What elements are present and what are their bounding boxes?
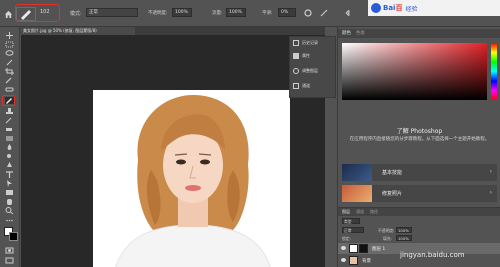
airbrush-icon[interactable] bbox=[320, 9, 328, 17]
opacity-label: 不透明度: bbox=[148, 11, 168, 16]
highlight-box bbox=[15, 4, 60, 22]
learn-title: 了解 Photoshop bbox=[396, 128, 443, 135]
blur-tool-icon[interactable] bbox=[5, 144, 14, 151]
channels-panel-button[interactable]: 通道 bbox=[293, 83, 310, 89]
hand-tool-icon[interactable] bbox=[5, 198, 14, 205]
clone-stamp-tool-icon[interactable] bbox=[5, 108, 14, 115]
mode-label: 模式: bbox=[70, 11, 82, 17]
history-panel-button[interactable]: 历史记录 bbox=[293, 40, 318, 46]
history-brush-tool-icon[interactable] bbox=[5, 117, 14, 124]
portrait-photo bbox=[93, 90, 290, 267]
channels-icon bbox=[293, 83, 299, 89]
symmetry-icon[interactable] bbox=[345, 9, 353, 17]
paw-icon bbox=[371, 3, 381, 13]
card-thumbnail bbox=[342, 164, 372, 181]
canvas-area[interactable] bbox=[21, 35, 325, 267]
layer-thumbnail bbox=[349, 256, 358, 265]
tab-paths[interactable]: 路径 bbox=[370, 209, 378, 215]
bottom-watermark: jingyan.baidu.com bbox=[400, 251, 465, 259]
layer-opacity-input[interactable]: 100% bbox=[396, 227, 412, 233]
dodge-tool-icon[interactable] bbox=[5, 153, 14, 160]
screen-mode-icon[interactable] bbox=[5, 257, 14, 264]
pen-tool-icon[interactable] bbox=[5, 162, 14, 169]
more-tools-icon[interactable] bbox=[5, 217, 14, 224]
gradient-tool-icon[interactable] bbox=[5, 135, 14, 142]
type-tool-icon[interactable] bbox=[5, 171, 14, 178]
baidu-brand: Bai百 bbox=[383, 4, 403, 12]
eraser-tool-icon[interactable] bbox=[5, 126, 14, 133]
document-tab-bar: 美女照片.jpg @ 50% (修复, 图层蒙版/8) bbox=[20, 27, 325, 35]
layer-thumbnail bbox=[349, 244, 358, 253]
tab-channels[interactable]: 通道 bbox=[356, 209, 364, 215]
adjustments-panel-button[interactable]: 调整图层 bbox=[293, 68, 318, 74]
layer-kind-filter[interactable]: 类型 bbox=[342, 218, 360, 224]
move-tool-icon[interactable] bbox=[5, 32, 14, 39]
background-color-swatch[interactable] bbox=[9, 232, 18, 241]
tab-layers[interactable]: 图层 bbox=[342, 209, 350, 215]
mode-select[interactable]: 正常 bbox=[86, 8, 138, 17]
quick-mask-icon[interactable] bbox=[5, 247, 14, 254]
properties-panel-button[interactable]: 属性 bbox=[293, 53, 310, 59]
eyedropper-tool-icon[interactable] bbox=[5, 77, 14, 84]
card-label: 基本技能 bbox=[382, 170, 403, 176]
brush-tool-highlight bbox=[2, 95, 15, 106]
color-picker-field[interactable] bbox=[342, 43, 487, 100]
tab-swatches[interactable]: 色板 bbox=[356, 30, 365, 36]
card-label: 修复照片 bbox=[382, 191, 403, 197]
layer-name: 背景 bbox=[362, 259, 371, 264]
layer-blend-mode[interactable]: 正常 bbox=[342, 227, 364, 233]
layer-opacity-label: 不透明度: bbox=[378, 228, 395, 233]
eye-icon[interactable] bbox=[341, 258, 346, 262]
baidu-jingyan-logo: Bai百 经验 bbox=[368, 0, 500, 16]
fill-label: 填充: bbox=[383, 236, 392, 241]
right-panel-dock: 颜色 色板 了解 Photoshop 在应用程序内直接随您的分步骤教程。从下面选… bbox=[337, 27, 500, 267]
zoom-tool-icon[interactable] bbox=[5, 207, 14, 214]
jingyan-text: 经验 bbox=[405, 5, 418, 13]
learn-panel: 了解 Photoshop 在应用程序内直接随您的分步骤教程。从下面选择一个主题开… bbox=[338, 120, 500, 206]
learn-description: 在应用程序内直接随您的分步骤教程。从下面选择一个主题开始教程。 bbox=[349, 137, 490, 142]
flow-label: 流量: bbox=[212, 11, 223, 16]
document-image[interactable] bbox=[93, 90, 290, 267]
path-select-tool-icon[interactable] bbox=[5, 180, 14, 187]
color-panel-tabs: 颜色 色板 bbox=[338, 29, 500, 38]
lasso-tool-icon[interactable] bbox=[5, 50, 14, 57]
layer-name: 图层 1 bbox=[372, 247, 386, 252]
crop-tool-icon[interactable] bbox=[5, 68, 14, 75]
fill-input[interactable]: 100% bbox=[396, 235, 412, 241]
learn-card-fix-photo[interactable]: 修复照片 › bbox=[342, 185, 497, 202]
lock-label: 锁定: bbox=[342, 236, 351, 241]
smoothing-label: 平滑: bbox=[262, 11, 273, 16]
history-icon bbox=[293, 40, 299, 46]
smoothing-input[interactable]: 0% bbox=[278, 8, 296, 17]
marquee-tool-icon[interactable] bbox=[5, 41, 14, 48]
shape-tool-icon[interactable] bbox=[5, 189, 14, 196]
hue-slider[interactable] bbox=[491, 43, 497, 100]
learn-card-basic-skills[interactable]: 基本技能 › bbox=[342, 164, 497, 181]
layers-panel-tabs: 图层 通道 路径 bbox=[338, 208, 500, 216]
adjustments-icon bbox=[293, 68, 299, 74]
layer-mask-thumbnail[interactable] bbox=[359, 244, 368, 253]
eye-icon[interactable] bbox=[341, 246, 346, 250]
collapsed-panels: 历史记录 属性 调整图层 通道 bbox=[289, 36, 336, 98]
properties-icon bbox=[293, 53, 299, 59]
flow-input[interactable]: 100% bbox=[226, 8, 246, 17]
quick-select-tool-icon[interactable] bbox=[5, 59, 14, 66]
home-icon[interactable] bbox=[4, 10, 13, 18]
card-thumbnail bbox=[342, 185, 372, 202]
opacity-input[interactable]: 100% bbox=[172, 8, 192, 17]
tab-color[interactable]: 颜色 bbox=[342, 30, 351, 36]
chevron-right-icon: › bbox=[489, 189, 492, 196]
tools-panel bbox=[0, 27, 20, 267]
gear-icon[interactable] bbox=[304, 9, 312, 17]
document-tab[interactable]: 美女照片.jpg @ 50% (修复, 图层蒙版/8) bbox=[20, 27, 135, 35]
healing-tool-icon[interactable] bbox=[5, 86, 14, 93]
chevron-right-icon: › bbox=[489, 168, 492, 175]
